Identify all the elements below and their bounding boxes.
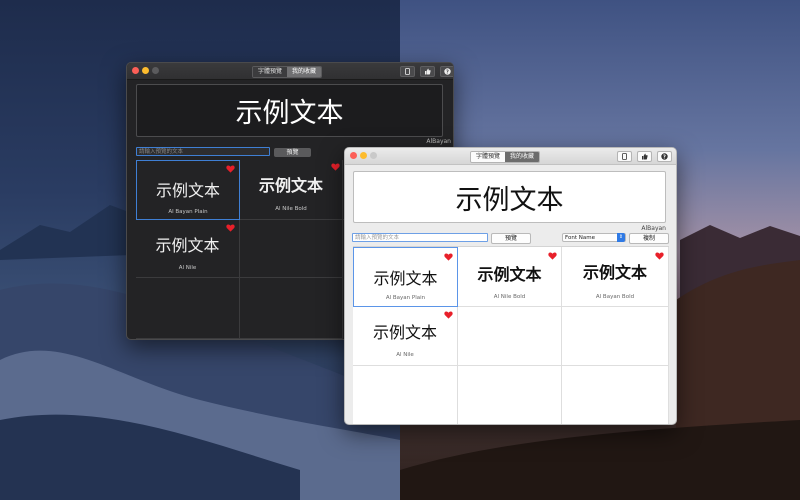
font-sample-text: 示例文本 — [155, 181, 220, 200]
preview-text-input[interactable]: 請輸入預覽的文本 — [136, 147, 270, 156]
heart-icon[interactable] — [444, 253, 453, 261]
font-card[interactable]: 示例文本 Al Nile — [353, 307, 458, 366]
current-font-name: AlBayan — [426, 138, 451, 145]
font-sample-text: 示例文本 — [582, 263, 647, 282]
light-mode-window: 字體預覽 我的收藏 ? 示例文本 AlBayan 請輸入預覽的文本 預覽 Fon… — [344, 147, 677, 425]
preview-button[interactable]: 預覽 — [491, 233, 531, 244]
font-card-name: Al Bayan Plain — [168, 209, 208, 215]
copy-button[interactable]: 複制 — [629, 233, 669, 244]
font-card[interactable]: 示例文本 Al Nile Bold — [458, 247, 562, 307]
help-icon: ? — [661, 153, 668, 160]
phone-icon — [405, 68, 410, 75]
thumbs-up-icon — [642, 153, 648, 160]
font-sample-text: 示例文本 — [372, 323, 437, 342]
heart-icon[interactable] — [548, 252, 557, 260]
zoom-button[interactable] — [152, 67, 159, 74]
heart-icon[interactable] — [444, 311, 453, 319]
font-card-name: Al Nile Bold — [493, 294, 526, 300]
heart-icon[interactable] — [226, 224, 235, 232]
preview-button[interactable]: 預覽 — [274, 148, 311, 157]
preview-display: 示例文本 — [353, 171, 666, 223]
font-sample-text: 示例文本 — [477, 265, 542, 284]
svg-text:?: ? — [663, 154, 666, 160]
empty-card — [458, 307, 562, 366]
phone-icon — [622, 153, 627, 160]
font-card-name: Al Bayan Bold — [595, 294, 635, 300]
font-card[interactable]: 示例文本 Al Nile Bold — [240, 160, 343, 220]
font-sample-text: 示例文本 — [258, 176, 323, 195]
font-sample-text: 示例文本 — [155, 236, 220, 255]
minimize-button[interactable] — [142, 67, 149, 74]
tab-font-preview[interactable]: 字體預覽 — [471, 152, 506, 162]
help-button[interactable]: ? — [657, 151, 672, 162]
heart-icon[interactable] — [226, 165, 235, 173]
phone-icon-button[interactable] — [400, 66, 415, 77]
tab-favorites[interactable]: 我的收藏 — [287, 67, 322, 77]
zoom-button[interactable] — [370, 152, 377, 159]
empty-card — [458, 366, 562, 424]
tab-segmented-control: 字體預覽 我的收藏 — [252, 66, 323, 78]
font-sample-text: 示例文本 — [373, 269, 438, 288]
help-icon: ? — [444, 68, 451, 75]
favorites-grid: 示例文本 Al Bayan Plain 示例文本 Al Nile Bold 示例… — [353, 246, 669, 424]
titlebar: 字體預覽 我的收藏 ? — [127, 63, 453, 80]
preview-text-input[interactable]: 請輸入預覽的文本 — [352, 233, 488, 242]
empty-card — [353, 366, 458, 424]
font-card-name: Al Nile — [178, 265, 197, 271]
font-card[interactable]: 示例文本 Al Bayan Bold — [562, 247, 669, 307]
font-card-name: Al Bayan Plain — [385, 295, 426, 301]
font-card[interactable]: 示例文本 Al Nile — [136, 220, 240, 278]
empty-card — [240, 278, 343, 339]
empty-card — [562, 307, 669, 366]
titlebar: 字體預覽 我的收藏 ? — [345, 148, 676, 165]
help-button[interactable]: ? — [440, 66, 453, 77]
font-card[interactable]: 示例文本 Al Bayan Plain — [353, 247, 458, 307]
font-card[interactable]: 示例文本 Al Bayan Plain — [136, 160, 240, 220]
heart-icon[interactable] — [331, 163, 340, 171]
empty-card — [562, 366, 669, 424]
thumbs-up-icon — [425, 68, 431, 75]
tab-font-preview[interactable]: 字體預覽 — [253, 67, 288, 77]
thumbs-up-button[interactable] — [637, 151, 652, 162]
empty-card — [240, 220, 343, 278]
preview-display: 示例文本 — [136, 84, 443, 137]
tab-favorites[interactable]: 我的收藏 — [505, 152, 540, 162]
phone-icon-button[interactable] — [617, 151, 632, 162]
sort-select-value: Font Name — [565, 235, 595, 241]
close-button[interactable] — [350, 152, 357, 159]
font-card-name: Al Nile — [396, 352, 414, 358]
minimize-button[interactable] — [360, 152, 367, 159]
sort-select[interactable]: Font Name ⇕ — [562, 233, 626, 242]
font-card-name: Al Nile Bold — [275, 206, 307, 212]
chevron-updown-icon: ⇕ — [617, 233, 625, 242]
empty-card — [136, 278, 240, 339]
close-button[interactable] — [132, 67, 139, 74]
heart-icon[interactable] — [655, 252, 664, 260]
tab-segmented-control: 字體預覽 我的收藏 — [470, 151, 541, 163]
thumbs-up-button[interactable] — [420, 66, 435, 77]
current-font-name: AlBayan — [641, 225, 666, 232]
svg-text:?: ? — [446, 69, 449, 75]
